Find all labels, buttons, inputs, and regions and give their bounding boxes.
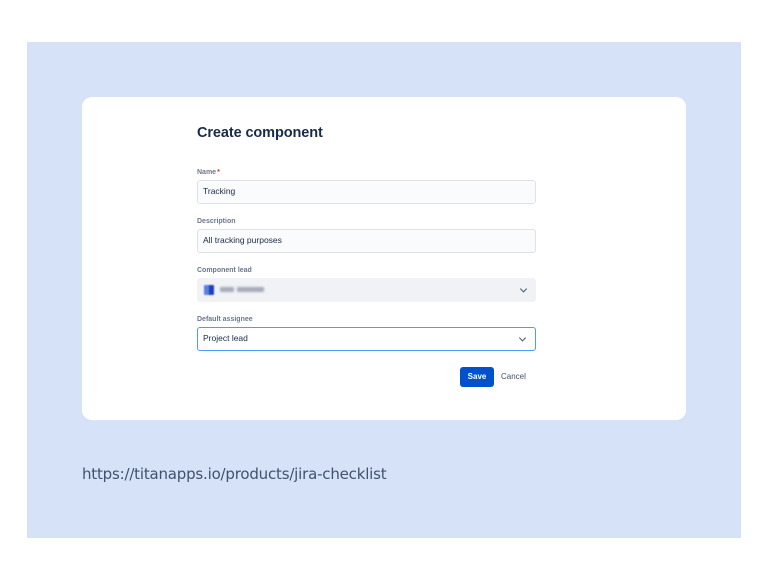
cancel-button[interactable]: Cancel <box>497 367 530 387</box>
save-button[interactable]: Save <box>460 367 494 387</box>
component-lead-select[interactable] <box>197 278 536 302</box>
background-panel: Create component Name* Tracking Descript… <box>27 42 741 538</box>
name-label: Name* <box>197 169 220 176</box>
chevron-down-icon <box>519 285 528 293</box>
chevron-down-icon <box>518 334 527 342</box>
create-component-dialog: Create component Name* Tracking Descript… <box>82 97 686 420</box>
dialog-title: Create component <box>197 125 323 141</box>
obscured-user-surname <box>237 287 264 292</box>
name-label-text: Name <box>197 169 217 176</box>
default-assignee-value: Project lead <box>203 333 248 343</box>
required-marker: * <box>217 169 220 176</box>
user-avatar <box>204 285 214 295</box>
description-label: Description <box>197 218 236 225</box>
obscured-user-name <box>220 287 234 292</box>
component-lead-label: Component lead <box>197 267 252 274</box>
name-input[interactable]: Tracking <box>197 180 536 204</box>
default-assignee-select[interactable]: Project lead <box>197 327 536 351</box>
default-assignee-label: Default assignee <box>197 316 253 323</box>
product-url: https://titanapps.io/products/jira-check… <box>82 465 387 483</box>
description-input[interactable]: All tracking purposes <box>197 229 536 253</box>
